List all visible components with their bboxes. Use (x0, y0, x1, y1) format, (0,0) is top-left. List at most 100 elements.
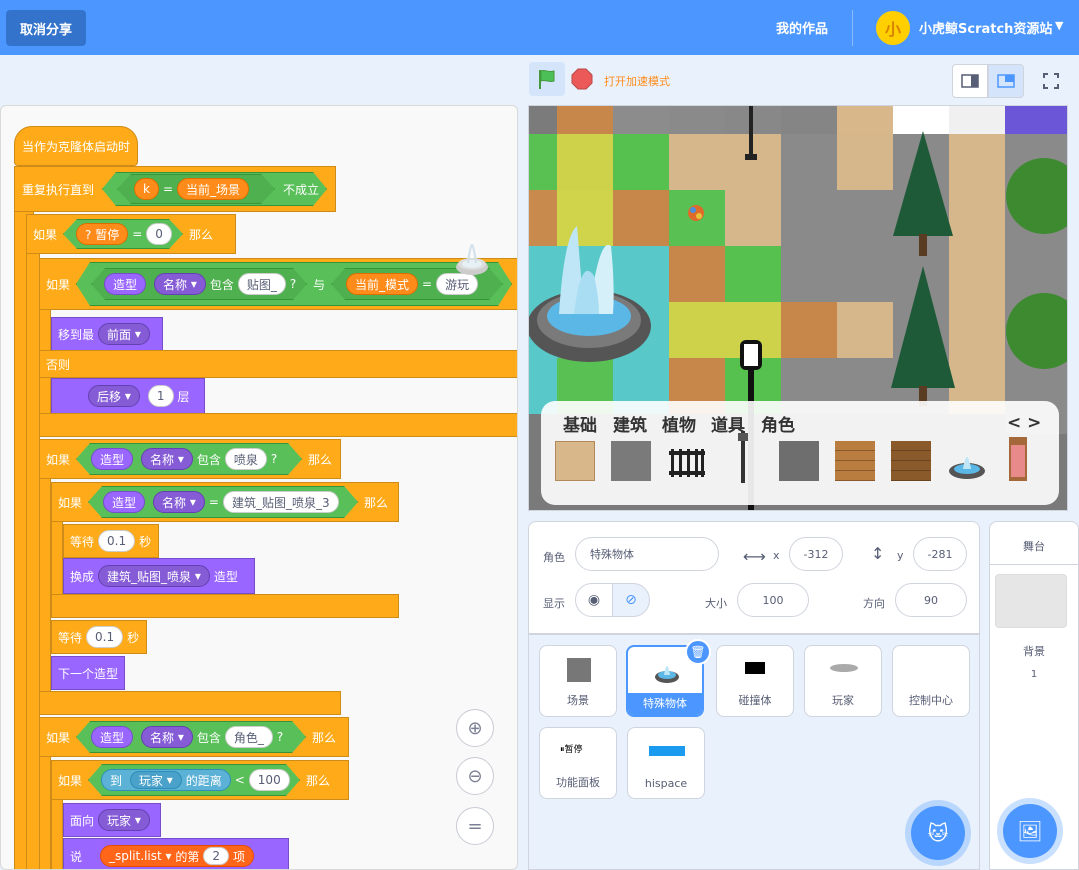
tab-building[interactable]: 建筑 (613, 411, 647, 436)
direction-field[interactable]: 90 (895, 583, 967, 617)
costume-reporter[interactable]: 造型 (104, 273, 146, 295)
my-works-link[interactable]: 我的作品 (776, 18, 828, 37)
name-dropdown[interactable]: 名称 ▾ (153, 491, 205, 513)
distance-reporter[interactable]: 到 玩家 ▾ 的距离 (101, 769, 231, 791)
palette-tile-fence[interactable] (667, 441, 707, 481)
small-stage-icon[interactable] (952, 64, 988, 98)
stage-canvas[interactable]: ❮ ⊞ ⧉ ▣ ⊕ 基础 建筑 植物 道具 角色 < > (528, 105, 1068, 511)
wait-block[interactable]: 等待 0.1 秒 (51, 620, 147, 654)
sprite-special-object[interactable]: 特殊物体 🗑 (626, 639, 711, 717)
sprite-hispace[interactable]: hispace (627, 727, 705, 799)
tab-character[interactable]: 角色 (761, 411, 795, 436)
fountain3-input[interactable]: 建筑_贴图_喷泉_3 (223, 491, 339, 513)
turbo-mode-link[interactable]: 打开加速模式 (604, 73, 670, 89)
split-list-reporter[interactable]: _split.list ▾ 的第 2 项 (100, 845, 255, 867)
repeat-until-block[interactable]: 重复执行直到 k = 当前_场景 不成立 (14, 166, 336, 212)
equals-operator[interactable]: k = 当前_场景 (117, 174, 275, 204)
palette-nav-arrows[interactable]: < > (1007, 413, 1041, 433)
if-role-block[interactable]: 如果 造型 名称 ▾ 包含 角色_ ? 那么 (39, 717, 349, 757)
contains-operator[interactable]: 造型 名称 ▾ 包含 角色_ ? (76, 721, 306, 753)
sprite-player[interactable]: 玩家 (804, 645, 882, 717)
costume-reporter[interactable]: 造型 (103, 491, 145, 513)
name-dropdown[interactable]: 名称 ▾ (154, 273, 206, 295)
if-pause-block[interactable]: 如果 ? 暂停 = 0 那么 (26, 214, 236, 254)
name-equals[interactable]: 造型 名称 ▾ = 建筑_贴图_喷泉_3 (88, 486, 358, 518)
green-flag-icon[interactable] (529, 62, 565, 96)
player-dropdown[interactable]: 玩家 ▾ (98, 809, 150, 831)
add-sprite-cat-icon[interactable]: 🐱 (911, 806, 965, 860)
tile-prefix-input[interactable]: 贴图_ (238, 273, 286, 295)
fountain-input[interactable]: 喷泉 (225, 448, 267, 470)
size-field[interactable]: 100 (737, 583, 809, 617)
var-current-mode[interactable]: 当前_模式 (346, 273, 418, 295)
add-backdrop-icon[interactable]: 🖼 (1003, 804, 1057, 858)
contains-operator[interactable]: 造型 名称 ▾ 包含 贴图_ ? (91, 268, 307, 300)
var-current-scene[interactable]: 当前_场景 (177, 178, 249, 200)
contains-operator[interactable]: 造型 名称 ▾ 包含 喷泉 ? (76, 443, 302, 475)
switch-costume-block[interactable]: 换成 建筑_贴图_喷泉 ▾ 造型 (63, 558, 255, 594)
chevron-down-icon[interactable]: ▼ (1055, 19, 1063, 32)
zoom-out-icon[interactable]: ⊖ (456, 757, 494, 795)
backdrop-thumbnail[interactable] (995, 574, 1067, 628)
goto-front-block[interactable]: 移到最 前面 ▾ (51, 317, 163, 351)
x-field[interactable]: -312 (789, 537, 843, 571)
zoom-in-icon[interactable]: ⊕ (456, 709, 494, 747)
zero-input[interactable]: 0 (146, 223, 172, 245)
sprite-control-center[interactable]: 控制中心 (892, 645, 970, 717)
player-dropdown[interactable]: 玩家 ▾ (130, 771, 182, 789)
if-fountain3-block[interactable]: 如果 造型 名称 ▾ = 建筑_贴图_喷泉_3 那么 (51, 482, 399, 522)
hide-eye-icon[interactable]: ⊘ (612, 583, 650, 617)
user-avatar[interactable]: 小 (876, 11, 910, 45)
layers-input[interactable]: 1 (147, 385, 174, 407)
palette-tile-lamp[interactable] (723, 431, 763, 487)
show-eye-icon[interactable]: ◉ (575, 583, 613, 617)
point-towards-block[interactable]: 面向 玩家 ▾ (63, 803, 161, 837)
if-distance-block[interactable]: 如果 到 玩家 ▾ 的距离 < 100 那么 (51, 760, 349, 800)
if-fountain-block[interactable]: 如果 造型 名称 ▾ 包含 喷泉 ? 那么 (39, 439, 341, 479)
say-block[interactable]: 说 _split.list ▾ 的第 2 项 (63, 838, 289, 869)
palette-tile-cobble[interactable] (779, 441, 819, 481)
costume-reporter[interactable]: 造型 (91, 448, 133, 470)
y-field[interactable]: -281 (913, 537, 967, 571)
stage-target-panel[interactable]: 舞台 背景 1 🖼 (989, 521, 1079, 870)
var-k[interactable]: k (134, 178, 159, 200)
lt-operator[interactable]: 到 玩家 ▾ 的距离 < 100 (88, 764, 300, 796)
costume-dropdown[interactable]: 建筑_贴图_喷泉 ▾ (98, 565, 210, 587)
delete-trash-icon[interactable]: 🗑 (685, 639, 711, 665)
palette-tile-floor[interactable] (555, 441, 595, 481)
stop-icon[interactable] (571, 68, 593, 90)
distance-input[interactable]: 100 (249, 769, 290, 791)
tab-basic[interactable]: 基础 (563, 411, 597, 436)
sprite-name-field[interactable]: 特殊物体 (575, 537, 719, 571)
go-back-block[interactable]: 后移 ▾ 1 层 (51, 378, 205, 414)
palette-tile-bed[interactable] (1003, 433, 1033, 485)
palette-tile-dark-wood[interactable] (891, 441, 931, 481)
back-dropdown[interactable]: 后移 ▾ (88, 385, 140, 407)
sprite-collider[interactable]: 碰撞体 (716, 645, 794, 717)
if-else-block[interactable]: 如果 造型 名称 ▾ 包含 贴图_ ? 与 当前_模式 = 游玩 (39, 258, 517, 310)
palette-tile-fountain[interactable] (947, 441, 987, 481)
name-dropdown[interactable]: 名称 ▾ (141, 448, 193, 470)
front-dropdown[interactable]: 前面 ▾ (98, 323, 150, 345)
large-stage-icon[interactable] (988, 64, 1024, 98)
username[interactable]: 小虎鲸Scratch资源站 (919, 18, 1052, 37)
var-pause[interactable]: ? 暂停 (76, 223, 128, 245)
sprite-scene[interactable]: 场景 (539, 645, 617, 717)
not-operator[interactable]: k = 当前_场景 不成立 (102, 172, 327, 206)
pause-equals[interactable]: ? 暂停 = 0 (63, 219, 183, 249)
name-dropdown[interactable]: 名称 ▾ (141, 726, 193, 748)
item-index-input[interactable]: 2 (203, 847, 230, 865)
palette-tile-wood[interactable] (835, 441, 875, 481)
costume-reporter[interactable]: 造型 (91, 726, 133, 748)
code-workspace[interactable]: 当作为克隆体启动时 重复执行直到 k = 当前_场景 不成立 如果 ? 暂停 =… (0, 105, 518, 870)
wait-input[interactable]: 0.1 (86, 626, 124, 648)
unshare-button[interactable]: 取消分享 (6, 10, 86, 46)
fullscreen-icon[interactable] (1033, 64, 1069, 98)
and-operator[interactable]: 造型 名称 ▾ 包含 贴图_ ? 与 当前_模式 = 游玩 (76, 262, 512, 306)
tab-plant[interactable]: 植物 (662, 411, 696, 436)
role-input[interactable]: 角色_ (225, 726, 273, 748)
wait-input[interactable]: 0.1 (98, 530, 136, 552)
sprite-function-panel[interactable]: ⏸暂停 功能面板 (539, 727, 617, 799)
palette-tile-stone[interactable] (611, 441, 651, 481)
wait-block[interactable]: 等待 0.1 秒 (63, 524, 159, 558)
